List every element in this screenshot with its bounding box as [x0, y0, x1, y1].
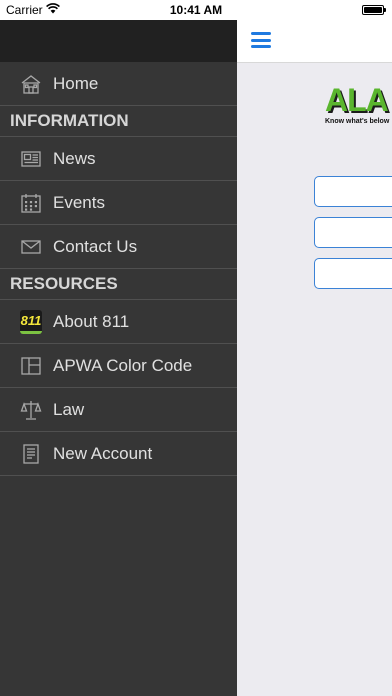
sidebar-item-home[interactable]: Home	[0, 62, 237, 106]
login-field-1[interactable]	[314, 176, 392, 207]
sidebar-item-label: New Account	[53, 443, 153, 463]
newspaper-icon	[20, 148, 42, 170]
section-header-information: INFORMATION	[0, 106, 237, 137]
login-field-3[interactable]	[314, 258, 392, 289]
sidebar-item-about-811[interactable]: 811 About 811	[0, 300, 237, 344]
calendar-icon	[20, 192, 42, 214]
status-bar: Carrier 10:41 AM	[0, 0, 392, 20]
layout-icon	[20, 355, 42, 377]
document-icon	[20, 443, 42, 465]
brand-logo: ALA Know what's below	[323, 82, 392, 130]
sidebar-item-label: Contact Us	[53, 236, 138, 256]
badge-811-icon: 811	[20, 309, 42, 334]
clock: 10:41 AM	[169, 3, 223, 17]
sidebar-item-label: Events	[53, 192, 105, 212]
sidebar-item-contact-us[interactable]: Contact Us	[0, 225, 237, 269]
top-nav-bar	[237, 20, 392, 63]
logo-wordmark: ALA	[325, 82, 389, 118]
sidebar-menu: Home INFORMATION News Events Contact Us …	[0, 20, 237, 696]
home-icon	[20, 73, 42, 95]
sidebar-item-label: Home	[53, 73, 99, 93]
sidebar-item-label: Law	[53, 399, 85, 419]
sidebar-item-news[interactable]: News	[0, 137, 237, 181]
sidebar-item-law[interactable]: Law	[0, 388, 237, 432]
battery-icon	[362, 5, 386, 15]
hamburger-menu-icon[interactable]	[251, 32, 271, 48]
sidebar-item-new-account[interactable]: New Account	[0, 432, 237, 476]
sidebar-item-label: News	[53, 148, 96, 168]
scales-icon	[20, 399, 42, 421]
sidebar-header	[0, 20, 237, 62]
sidebar-item-apwa-color-code[interactable]: APWA Color Code	[0, 344, 237, 388]
sidebar-item-label: About 811	[53, 311, 130, 331]
badge-811-text: 811	[20, 309, 42, 334]
section-header-resources: RESOURCES	[0, 269, 237, 300]
login-field-2[interactable]	[314, 217, 392, 248]
sidebar-item-events[interactable]: Events	[0, 181, 237, 225]
envelope-icon	[20, 236, 42, 258]
logo-tagline: Know what's below	[325, 118, 390, 125]
sidebar-item-label: APWA Color Code	[53, 355, 193, 375]
